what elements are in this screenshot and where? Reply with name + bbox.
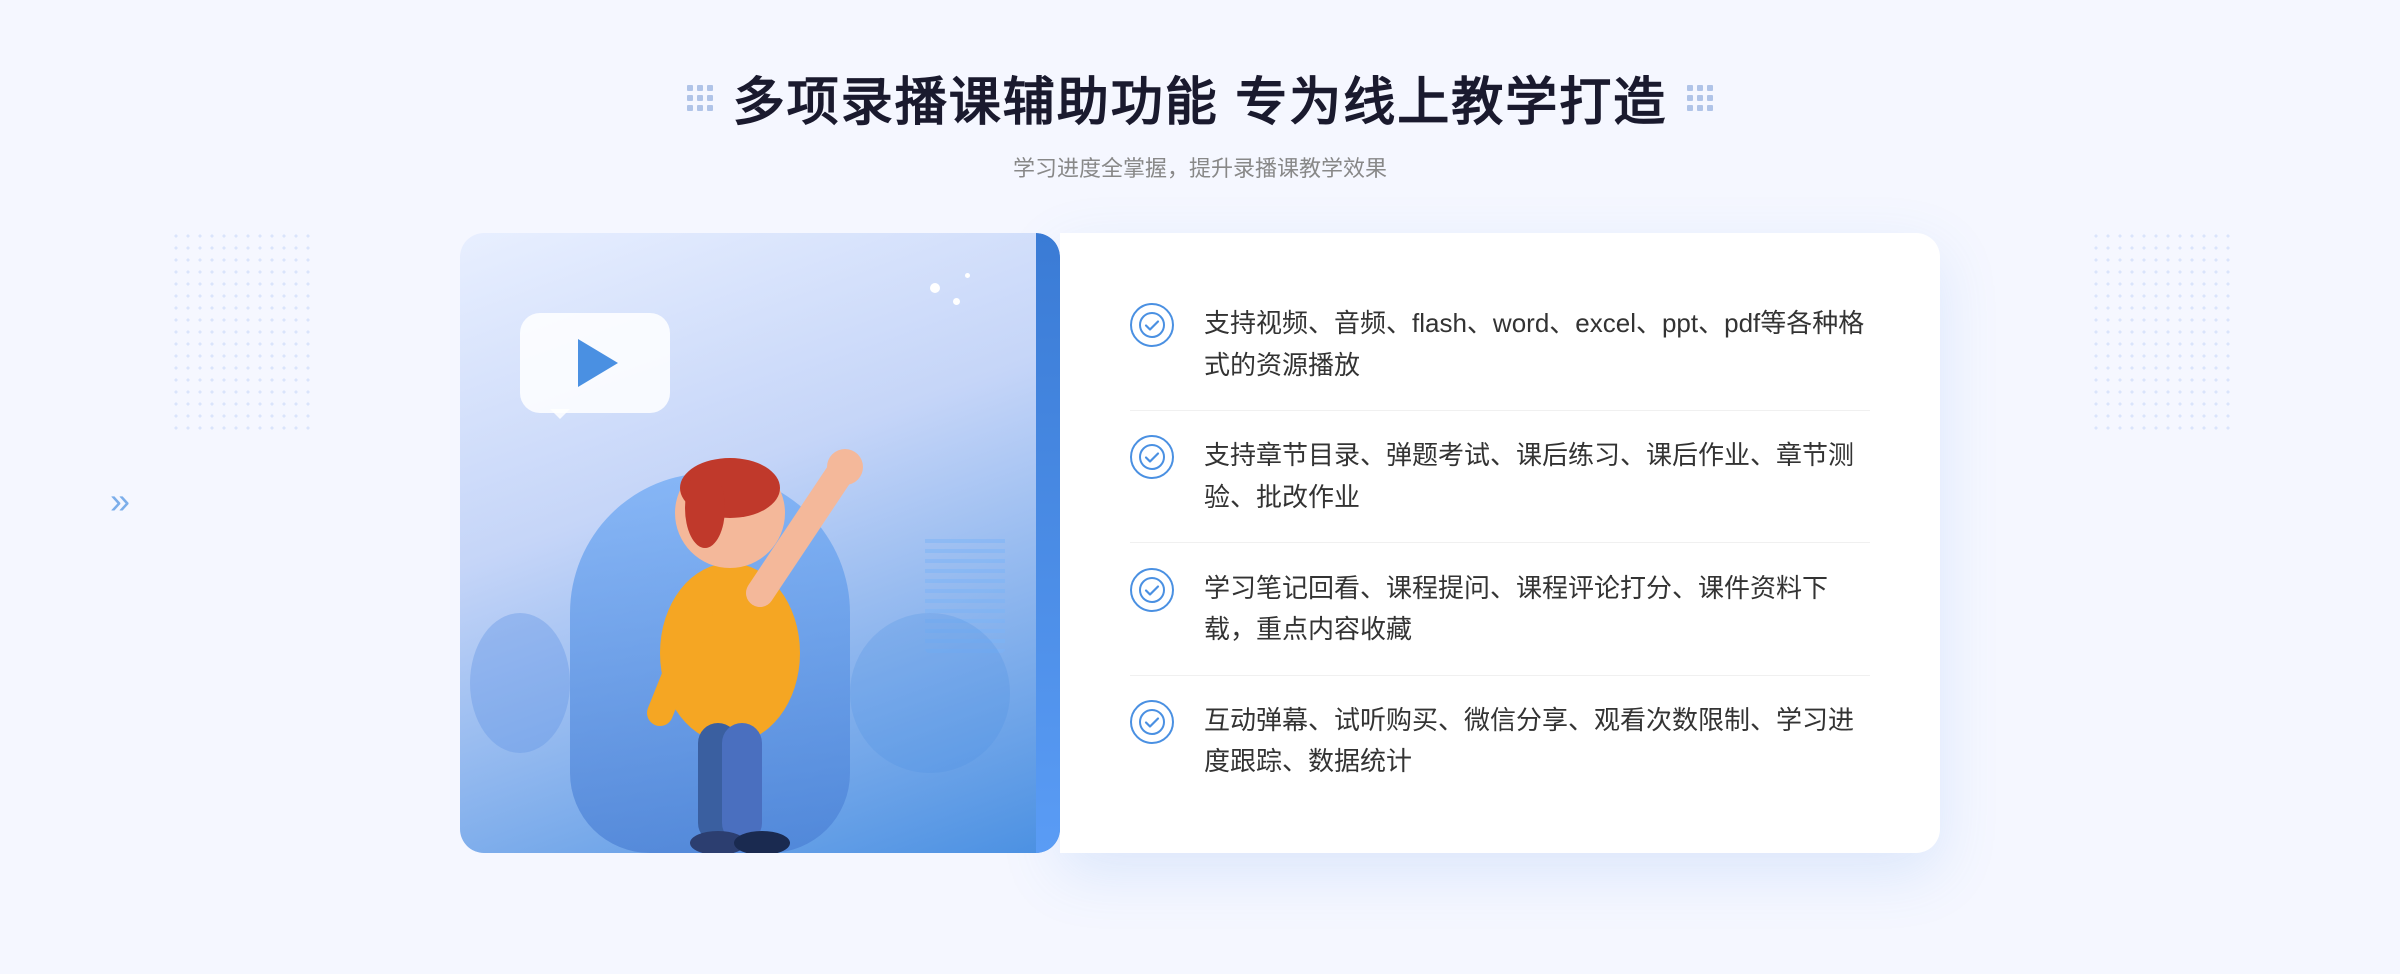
page-subtitle: 学习进度全掌握，提升录播课教学效果 [687,151,1713,183]
bg-dots-right [2090,230,2230,430]
right-dot-grid [1687,85,1713,111]
feature-item-2: 支持章节目录、弹题考试、课后练习、课后作业、章节测验、批改作业 [1130,419,1870,534]
feature-text-3: 学习笔记回看、课程提问、课程评论打分、课件资料下载，重点内容收藏 [1204,568,1870,651]
figure-container [520,353,900,853]
check-icon-2 [1130,435,1174,479]
chevron-left-decoration: » [110,480,130,522]
dot [687,85,693,91]
dot [1707,85,1713,91]
left-dot-grid [687,85,713,111]
illustration-card [460,233,1060,853]
feature-text-1: 支持视频、音频、flash、word、excel、ppt、pdf等各种格式的资源… [1204,303,1870,386]
title-row: 多项录播课辅助功能 专为线上教学打造 [687,60,1713,135]
dot [687,95,693,101]
dot [1707,95,1713,101]
accent-bar [1036,233,1060,853]
dot [707,85,713,91]
dot [697,85,703,91]
header-section: 多项录播课辅助功能 专为线上教学打造 学习进度全掌握，提升录播课教学效果 [687,60,1713,183]
main-content: 支持视频、音频、flash、word、excel、ppt、pdf等各种格式的资源… [460,233,1940,853]
page-title: 多项录播课辅助功能 专为线上教学打造 [733,60,1667,135]
divider-1 [1130,410,1870,411]
person-illustration [550,333,910,853]
check-icon-3 [1130,568,1174,612]
divider-3 [1130,675,1870,676]
dot [1687,85,1693,91]
feature-item-3: 学习笔记回看、课程提问、课程评论打分、课件资料下载，重点内容收藏 [1130,552,1870,667]
sparkle-1 [930,283,940,293]
dot [687,105,693,111]
check-icon-1 [1130,303,1174,347]
bg-dots-left [170,230,310,430]
divider-2 [1130,542,1870,543]
dot [1687,105,1693,111]
feature-item-1: 支持视频、音频、flash、word、excel、ppt、pdf等各种格式的资源… [1130,287,1870,402]
dot [697,105,703,111]
dot [1707,105,1713,111]
sparkle-3 [965,273,970,278]
page-wrapper: » 多项录播课辅助功能 专为线上教学打造 [0,0,2400,974]
dot [1697,95,1703,101]
sparkle-2 [953,298,960,305]
dot [1687,95,1693,101]
feature-text-4: 互动弹幕、试听购买、微信分享、观看次数限制、学习进度跟踪、数据统计 [1204,700,1870,783]
check-icon-4 [1130,700,1174,744]
dot [707,95,713,101]
dot [1697,105,1703,111]
feature-text-2: 支持章节目录、弹题考试、课后练习、课后作业、章节测验、批改作业 [1204,435,1870,518]
dot [697,95,703,101]
dot [1697,85,1703,91]
feature-item-4: 互动弹幕、试听购买、微信分享、观看次数限制、学习进度跟踪、数据统计 [1130,684,1870,799]
features-card: 支持视频、音频、flash、word、excel、ppt、pdf等各种格式的资源… [1060,233,1940,853]
dot [707,105,713,111]
